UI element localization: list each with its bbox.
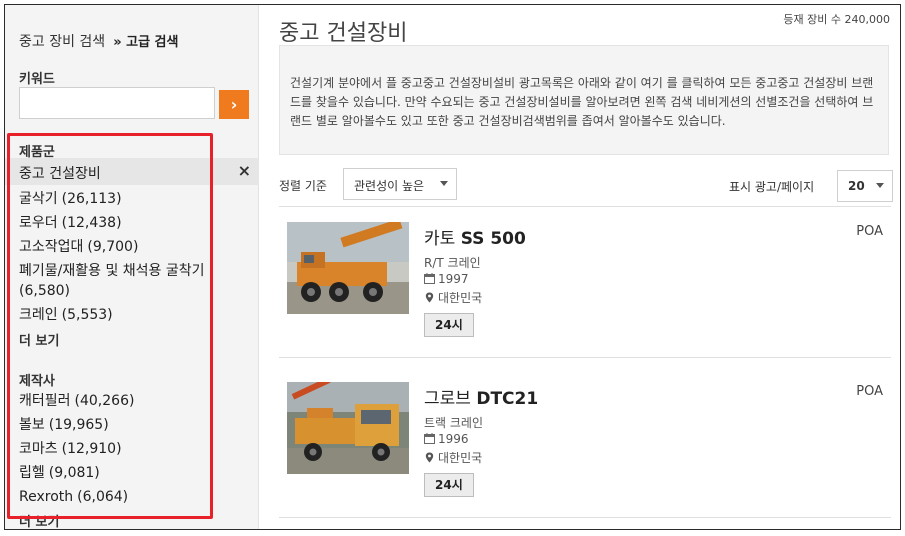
listing-badge[interactable]: 24시	[424, 313, 474, 337]
chevron-down-icon	[440, 181, 448, 186]
per-page-label: 표시 광고/페이지	[729, 180, 815, 194]
listing-year-value: 1996	[438, 432, 469, 446]
advanced-search-link[interactable]: » 고급 검색	[113, 35, 178, 50]
total-listing-count: 등재 장비 수 240,000	[783, 13, 890, 26]
listing-photo[interactable]	[287, 222, 409, 314]
listing-title[interactable]: 카토 SS 500	[424, 224, 526, 249]
listing-price: POA	[856, 224, 883, 239]
map-pin-icon	[425, 452, 434, 463]
sidebar-heading: 중고 장비 검색 » 고급 검색	[19, 31, 178, 51]
divider	[279, 517, 891, 518]
app-frame: 중고 장비 검색» 고급 검색 키워드 › 제품군 중고 건설장비 × 굴삭기(…	[4, 4, 901, 530]
listing-badge[interactable]: 24시	[424, 473, 474, 497]
sort-label: 정렬 기준	[279, 179, 327, 193]
search-sidebar: 중고 장비 검색» 고급 검색 키워드 › 제품군 중고 건설장비 × 굴삭기(…	[5, 5, 259, 529]
listing-year-value: 1997	[438, 272, 469, 286]
keyword-label: 키워드	[19, 72, 55, 87]
keyword-input[interactable]	[19, 87, 215, 119]
listing-year: 1997	[424, 272, 469, 286]
results-panel: 등재 장비 수 240,000 중고 건설장비 건설기계 분야에서 플 중고중고…	[259, 5, 900, 529]
listing-brand: 그로브	[424, 389, 471, 409]
listing-type: R/T 크레인	[424, 256, 481, 270]
highlight-annotation-box	[7, 133, 213, 519]
page-title: 중고 건설장비	[279, 21, 408, 46]
listing-model: SS 500	[460, 229, 526, 249]
per-page-value: 20	[848, 179, 865, 193]
per-page-select[interactable]: 20	[837, 170, 893, 202]
close-icon[interactable]: ×	[238, 161, 251, 180]
listing-card[interactable]: 그로브 DTC21 트랙 크레인 1996 대한민국 24시 POA	[279, 368, 891, 518]
sort-value: 관련성이 높은	[354, 179, 425, 193]
keyword-search-button[interactable]: ›	[219, 90, 249, 119]
listing-location-value: 대한민국	[438, 291, 483, 305]
calendar-icon	[424, 433, 435, 444]
sidebar-title: 중고 장비 검색	[19, 34, 106, 50]
category-description: 건설기계 분야에서 플 중고중고 건설장비설비 광고목록은 아래와 같이 여기 …	[279, 45, 889, 155]
listing-location-value: 대한민국	[438, 451, 483, 465]
listing-type: 트랙 크레인	[424, 416, 484, 430]
listing-brand: 카토	[424, 229, 456, 249]
listing-model: DTC21	[476, 389, 539, 409]
chevron-down-icon	[876, 183, 884, 188]
listing-year: 1996	[424, 432, 469, 446]
listing-location: 대한민국	[424, 449, 482, 466]
divider	[279, 357, 891, 358]
sort-select[interactable]: 관련성이 높은	[343, 168, 457, 200]
calendar-icon	[424, 273, 435, 284]
listing-price: POA	[856, 384, 883, 399]
divider	[279, 206, 891, 207]
description-text: 건설기계 분야에서 플 중고중고 건설장비설비 광고목록은 아래와 같이 여기 …	[290, 76, 874, 128]
listing-card[interactable]: 카토 SS 500 R/T 크레인 1997 대한민국 24시 POA	[279, 208, 891, 358]
listing-photo[interactable]	[287, 382, 409, 474]
listing-title[interactable]: 그로브 DTC21	[424, 384, 538, 409]
map-pin-icon	[425, 292, 434, 303]
listing-location: 대한민국	[424, 289, 482, 306]
